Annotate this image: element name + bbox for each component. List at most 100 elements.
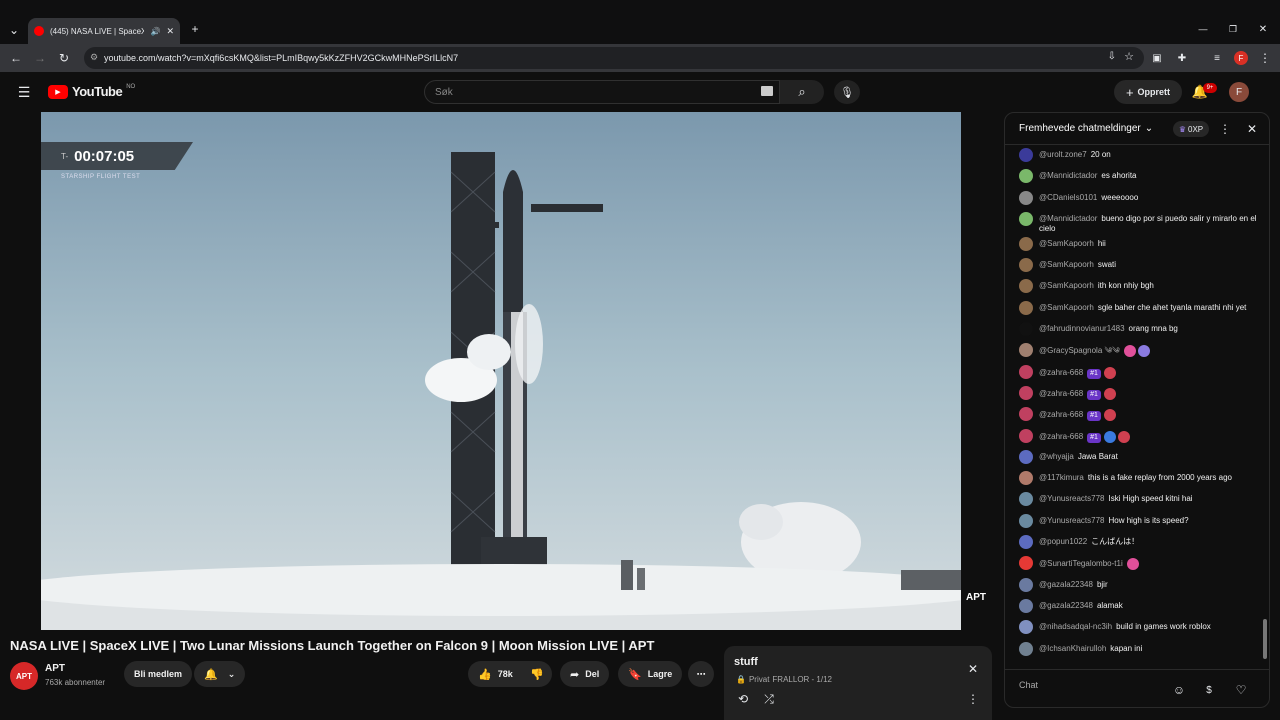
share-button[interactable]: ➦ Del bbox=[560, 661, 610, 687]
keyboard-icon[interactable] bbox=[761, 86, 773, 96]
chat-message[interactable]: @zahra-668 #1 bbox=[1005, 426, 1267, 447]
chat-message[interactable]: @117kimura this is a fake replay from 200… bbox=[1005, 468, 1267, 489]
account-avatar[interactable]: F bbox=[1229, 82, 1249, 102]
join-button[interactable]: Bli medlem bbox=[124, 661, 193, 687]
chat-points-badge[interactable]: ♛ 0XP bbox=[1173, 121, 1209, 137]
chat-message[interactable]: @Mannidictador es ahorita bbox=[1005, 166, 1267, 187]
channel-avatar[interactable]: APT bbox=[10, 662, 38, 690]
chat-message[interactable]: @CDaniels0101 weeeoooo bbox=[1005, 188, 1267, 209]
tab-close-icon[interactable]: ✕ bbox=[166, 26, 174, 37]
create-button[interactable]: + Opprett bbox=[1114, 80, 1182, 104]
dislike-button[interactable]: 👎 bbox=[522, 661, 552, 687]
browser-menu-icon[interactable]: ⋮ bbox=[1258, 51, 1272, 65]
chat-author-avatar[interactable] bbox=[1019, 535, 1033, 550]
site-info-icon[interactable]: ⚙ bbox=[90, 52, 98, 63]
chat-author-name[interactable]: @Mannidictador bbox=[1039, 214, 1097, 223]
media-controls-icon[interactable]: ≡ bbox=[1210, 51, 1224, 65]
chat-author-name[interactable]: @Yunusreacts778 bbox=[1039, 494, 1105, 503]
chat-author-name[interactable]: @nihadsadqal-nc3ih bbox=[1039, 622, 1112, 631]
new-tab-icon[interactable]: + bbox=[188, 22, 202, 36]
chat-author-avatar[interactable] bbox=[1019, 364, 1033, 379]
chat-author-name[interactable]: @IchsanKhairulloh bbox=[1039, 644, 1106, 653]
chat-message[interactable]: @popun1022 こんばんは！ bbox=[1005, 532, 1267, 553]
chat-message[interactable]: @SamKapoorh ith kon nhiy bgh bbox=[1005, 276, 1267, 297]
address-bar[interactable]: ⚙ youtube.com/watch?v=mXqfi6csKMQ&list=P… bbox=[84, 47, 1144, 69]
back-icon[interactable]: ← bbox=[8, 50, 24, 66]
install-app-icon[interactable]: ⇩ bbox=[1108, 51, 1116, 62]
chat-mode-dropdown[interactable]: Fremhevede chatmeldinger ⌄ bbox=[1019, 123, 1153, 134]
chat-author-avatar[interactable] bbox=[1019, 148, 1033, 162]
reload-icon[interactable]: ↻ bbox=[56, 50, 72, 66]
forward-icon[interactable]: → bbox=[32, 50, 48, 66]
channel-name[interactable]: APT bbox=[45, 663, 65, 674]
search-button[interactable]: ⌕ bbox=[780, 80, 824, 104]
playlist-menu-icon[interactable]: ⋮ bbox=[966, 692, 980, 706]
more-actions-button[interactable]: ⋯ bbox=[688, 661, 714, 687]
chat-author-avatar[interactable] bbox=[1019, 598, 1033, 613]
chat-message[interactable]: @zahra-668 #1 bbox=[1005, 383, 1267, 404]
chat-author-avatar[interactable] bbox=[1019, 620, 1033, 635]
chat-author-avatar[interactable] bbox=[1019, 449, 1033, 464]
chat-message[interactable]: @urolt.zone7 20 on bbox=[1005, 145, 1267, 166]
playlist-close-icon[interactable]: ✕ bbox=[966, 662, 980, 676]
like-button[interactable]: 👍 78k bbox=[468, 661, 523, 687]
chat-message[interactable]: @gazala22348 alamak bbox=[1005, 596, 1267, 617]
chat-author-name[interactable]: @GracySpagnola ༄༄ bbox=[1039, 346, 1120, 355]
browser-profile-avatar[interactable]: F bbox=[1234, 51, 1248, 65]
chat-message[interactable]: @GracySpagnola ༄༄ bbox=[1005, 340, 1267, 361]
chat-author-avatar[interactable] bbox=[1019, 492, 1033, 507]
chat-author-avatar[interactable] bbox=[1019, 428, 1033, 443]
chat-message[interactable]: @nihadsadqal-nc3ih build in games work ro… bbox=[1005, 617, 1267, 638]
chat-author-name[interactable]: @SamKapoorh bbox=[1039, 239, 1094, 248]
chat-menu-icon[interactable]: ⋮ bbox=[1219, 121, 1231, 137]
voice-search-button[interactable]: 🎙 bbox=[834, 80, 860, 104]
chat-author-name[interactable]: @zahra-668 bbox=[1039, 432, 1083, 441]
minimize-icon[interactable]: — bbox=[1196, 22, 1210, 36]
emoji-icon[interactable]: ☺ bbox=[1171, 682, 1187, 698]
chat-message[interactable]: @SunartiTegalombo-t1i bbox=[1005, 553, 1267, 574]
chat-author-name[interactable]: @Yunusreacts778 bbox=[1039, 516, 1105, 525]
chat-author-name[interactable]: @zahra-668 bbox=[1039, 368, 1083, 377]
speaker-icon[interactable]: 🔊 bbox=[150, 27, 160, 36]
chat-author-name[interactable]: @urolt.zone7 bbox=[1039, 150, 1087, 159]
chat-author-avatar[interactable] bbox=[1019, 577, 1033, 592]
tab-list-icon[interactable]: ⌄ bbox=[6, 22, 22, 38]
chat-message[interactable]: @Mannidictador bueno digo por si puedo sa… bbox=[1005, 209, 1267, 234]
chat-author-avatar[interactable] bbox=[1019, 279, 1033, 294]
search-input[interactable]: Søk bbox=[424, 80, 780, 104]
playlist-title[interactable]: stuff bbox=[734, 656, 758, 668]
chat-author-name[interactable]: @Mannidictador bbox=[1039, 171, 1097, 180]
video-player[interactable]: T- 00:07:05 STARSHIP FLIGHT TEST bbox=[41, 112, 961, 630]
chat-scrollbar[interactable] bbox=[1263, 149, 1267, 661]
chat-message[interactable]: @SamKapoorh sgle baher che ahet tyanla ma… bbox=[1005, 298, 1267, 319]
chat-message[interactable]: @IchsanKhairulloh kapan ini bbox=[1005, 639, 1267, 660]
chat-message[interactable]: @fahrudinnovianur1483 orang mna bg bbox=[1005, 319, 1267, 340]
chat-message[interactable]: @Yunusreacts778 How high is its speed? bbox=[1005, 511, 1267, 532]
chat-author-avatar[interactable] bbox=[1019, 641, 1033, 656]
chat-message[interactable]: @gazala22348 bjir bbox=[1005, 575, 1267, 596]
chat-message-list[interactable]: @urolt.zone7 20 on @Mannidictador es ahorit… bbox=[1005, 145, 1267, 667]
chat-input[interactable]: Chat bbox=[1019, 680, 1169, 700]
youtube-logo[interactable]: ▶ YouTube NO bbox=[48, 84, 135, 99]
extension-icon[interactable]: ▣ bbox=[1150, 51, 1164, 65]
chat-author-avatar[interactable] bbox=[1019, 190, 1033, 205]
hamburger-menu-icon[interactable]: ☰ bbox=[16, 84, 32, 100]
chat-author-name[interactable]: @117kimura bbox=[1039, 473, 1084, 482]
shuffle-icon[interactable]: ⤮ bbox=[762, 692, 776, 706]
chat-message[interactable]: @SamKapoorh swati bbox=[1005, 255, 1267, 276]
chat-author-avatar[interactable] bbox=[1019, 258, 1033, 273]
chat-message[interactable]: @zahra-668 #1 bbox=[1005, 404, 1267, 425]
chat-message[interactable]: @Yunusreacts778 Iski High speed kitni hai bbox=[1005, 489, 1267, 510]
chat-author-avatar[interactable] bbox=[1019, 322, 1033, 337]
chat-author-name[interactable]: @zahra-668 bbox=[1039, 389, 1083, 398]
super-chat-icon[interactable]: $ bbox=[1201, 682, 1217, 698]
chat-author-name[interactable]: @fahrudinnovianur1483 bbox=[1039, 324, 1125, 333]
chat-author-name[interactable]: @SunartiTegalombo-t1i bbox=[1039, 559, 1123, 568]
chat-close-icon[interactable]: ✕ bbox=[1245, 121, 1259, 137]
chat-author-avatar[interactable] bbox=[1019, 556, 1033, 571]
chat-message[interactable]: @SamKapoorh hii bbox=[1005, 234, 1267, 255]
chat-author-avatar[interactable] bbox=[1019, 211, 1033, 226]
save-button[interactable]: 🔖 Lagre bbox=[618, 661, 683, 687]
chat-author-avatar[interactable] bbox=[1019, 236, 1033, 251]
chat-author-avatar[interactable] bbox=[1019, 169, 1033, 184]
